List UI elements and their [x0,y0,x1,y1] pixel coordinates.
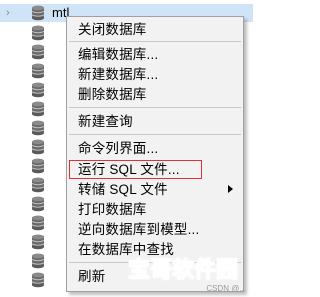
database-icon [31,196,45,212]
database-icon [31,44,45,60]
database-icon [31,272,45,288]
menu-separator [69,107,241,108]
database-icon [31,234,45,250]
menu-item-label: 刷新 [78,269,106,284]
database-icon [31,5,45,21]
menu-item-new-query[interactable]: 新建查询 [67,112,243,132]
expand-icon[interactable]: › [6,6,16,20]
menu-item-close-database[interactable]: 关闭数据库 [67,20,243,40]
database-context-menu: 关闭数据库 编辑数据库... 新建数据库... 删除数据库 新建查询 命令列界面… [66,16,244,292]
menu-item-edit-database[interactable]: 编辑数据库... [67,45,243,65]
database-icon [31,120,45,136]
menu-item-label: 编辑数据库... [78,47,159,62]
database-icon [31,177,45,193]
menu-item-console[interactable]: 命令列界面... [67,139,243,159]
database-icon [31,25,45,41]
menu-item-label: 新建查询 [78,114,133,129]
database-icon [31,158,45,174]
menu-item-delete-database[interactable]: 删除数据库 [67,85,243,105]
menu-item-reverse-to-model[interactable]: 逆向数据库到模型... [67,220,243,240]
database-icon [31,215,45,231]
menu-item-label: 转储 SQL 文件 [78,182,168,197]
menu-item-print-database[interactable]: 打印数据库 [67,200,243,220]
menu-item-label: 运行 SQL 文件... [78,162,180,177]
database-icon [31,63,45,79]
menu-item-label: 命令列界面... [78,141,159,156]
database-icon [31,82,45,98]
menu-item-dump-sql-file[interactable]: 转储 SQL 文件 [67,180,243,200]
menu-item-label: 删除数据库 [78,87,147,102]
menu-item-label: 新建数据库... [78,67,159,82]
menu-item-label: 关闭数据库 [78,22,147,37]
menu-separator [69,41,241,42]
database-icon [31,139,45,155]
submenu-arrow-icon [228,185,233,193]
watermark-brand: 宝哥软件园 [127,257,239,283]
menu-separator [69,134,241,135]
watermark-sub: CSDN @... [206,284,246,293]
menu-item-label: 逆向数据库到模型... [78,222,200,237]
database-icon [31,101,45,117]
watermark: 宝哥软件园 CSDN @... [127,256,250,294]
database-icon [31,253,45,269]
menu-item-new-database[interactable]: 新建数据库... [67,65,243,85]
menu-item-label: 打印数据库 [78,202,147,217]
menu-item-run-sql-file[interactable]: 运行 SQL 文件... [67,160,243,180]
